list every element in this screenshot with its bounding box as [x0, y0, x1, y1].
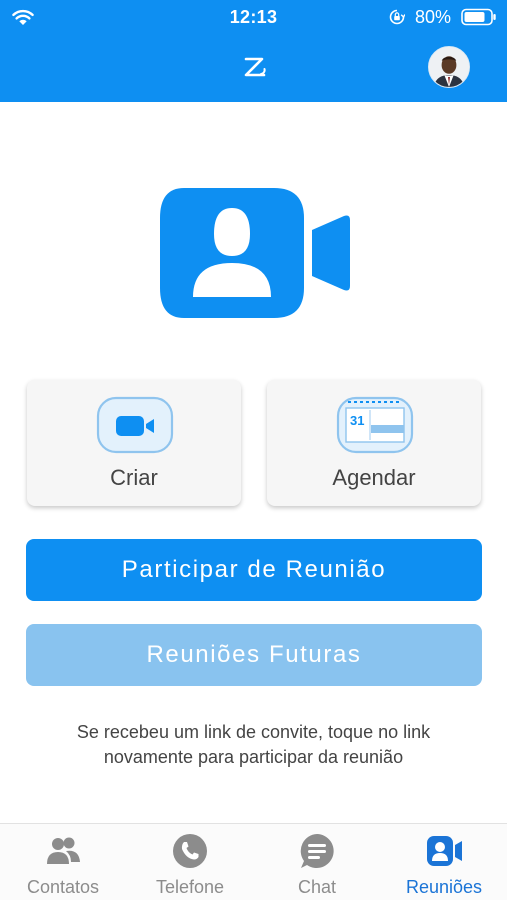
- create-meeting-button[interactable]: Criar: [27, 380, 241, 506]
- schedule-label: Agendar: [332, 465, 416, 490]
- battery-icon: [461, 8, 496, 26]
- video-camera-person-icon: [160, 188, 350, 318]
- phone-icon: [173, 834, 207, 868]
- tab-chat[interactable]: Chat: [254, 824, 380, 901]
- tab-contacts[interactable]: Contatos: [0, 824, 126, 901]
- hint-line-2: novamente para participar da reunião: [103, 747, 404, 767]
- tab-label: Telefone: [155, 877, 225, 897]
- calendar-day: 31: [350, 413, 364, 428]
- create-label: Criar: [110, 465, 158, 490]
- meetings-icon: [427, 836, 462, 866]
- user-avatar-icon: [429, 47, 469, 87]
- calendar-icon: 31: [336, 396, 414, 454]
- tab-label: Reuniões: [405, 877, 483, 897]
- join-meeting-button[interactable]: Participar de Reunião: [26, 539, 482, 601]
- tab-label: Contatos: [26, 877, 100, 897]
- video-camera-icon: [96, 396, 174, 454]
- tab-label: Chat: [297, 877, 337, 897]
- contacts-icon: [47, 837, 80, 864]
- zoom-logo-icon[interactable]: [240, 54, 270, 80]
- tab-phone[interactable]: Telefone: [127, 824, 253, 901]
- top-bar: 12:13 80%: [0, 0, 507, 102]
- avatar[interactable]: [428, 46, 470, 88]
- chat-icon: [300, 834, 334, 868]
- status-bar: 12:13 80%: [0, 0, 507, 34]
- schedule-meeting-button[interactable]: 31 Agendar: [267, 380, 481, 506]
- future-meetings-button[interactable]: Reuniões Futuras: [26, 624, 482, 686]
- tab-meetings[interactable]: Reuniões: [381, 824, 507, 901]
- tab-bar: Contatos Telefone Chat Reuniões: [0, 823, 507, 900]
- invite-link-hint: Se recebeu um link de convite, toque no …: [40, 720, 467, 770]
- battery-percent: 80%: [415, 7, 452, 27]
- hint-line-1: Se recebeu um link de convite, toque no …: [76, 722, 431, 742]
- orientation-lock-icon: [389, 9, 405, 25]
